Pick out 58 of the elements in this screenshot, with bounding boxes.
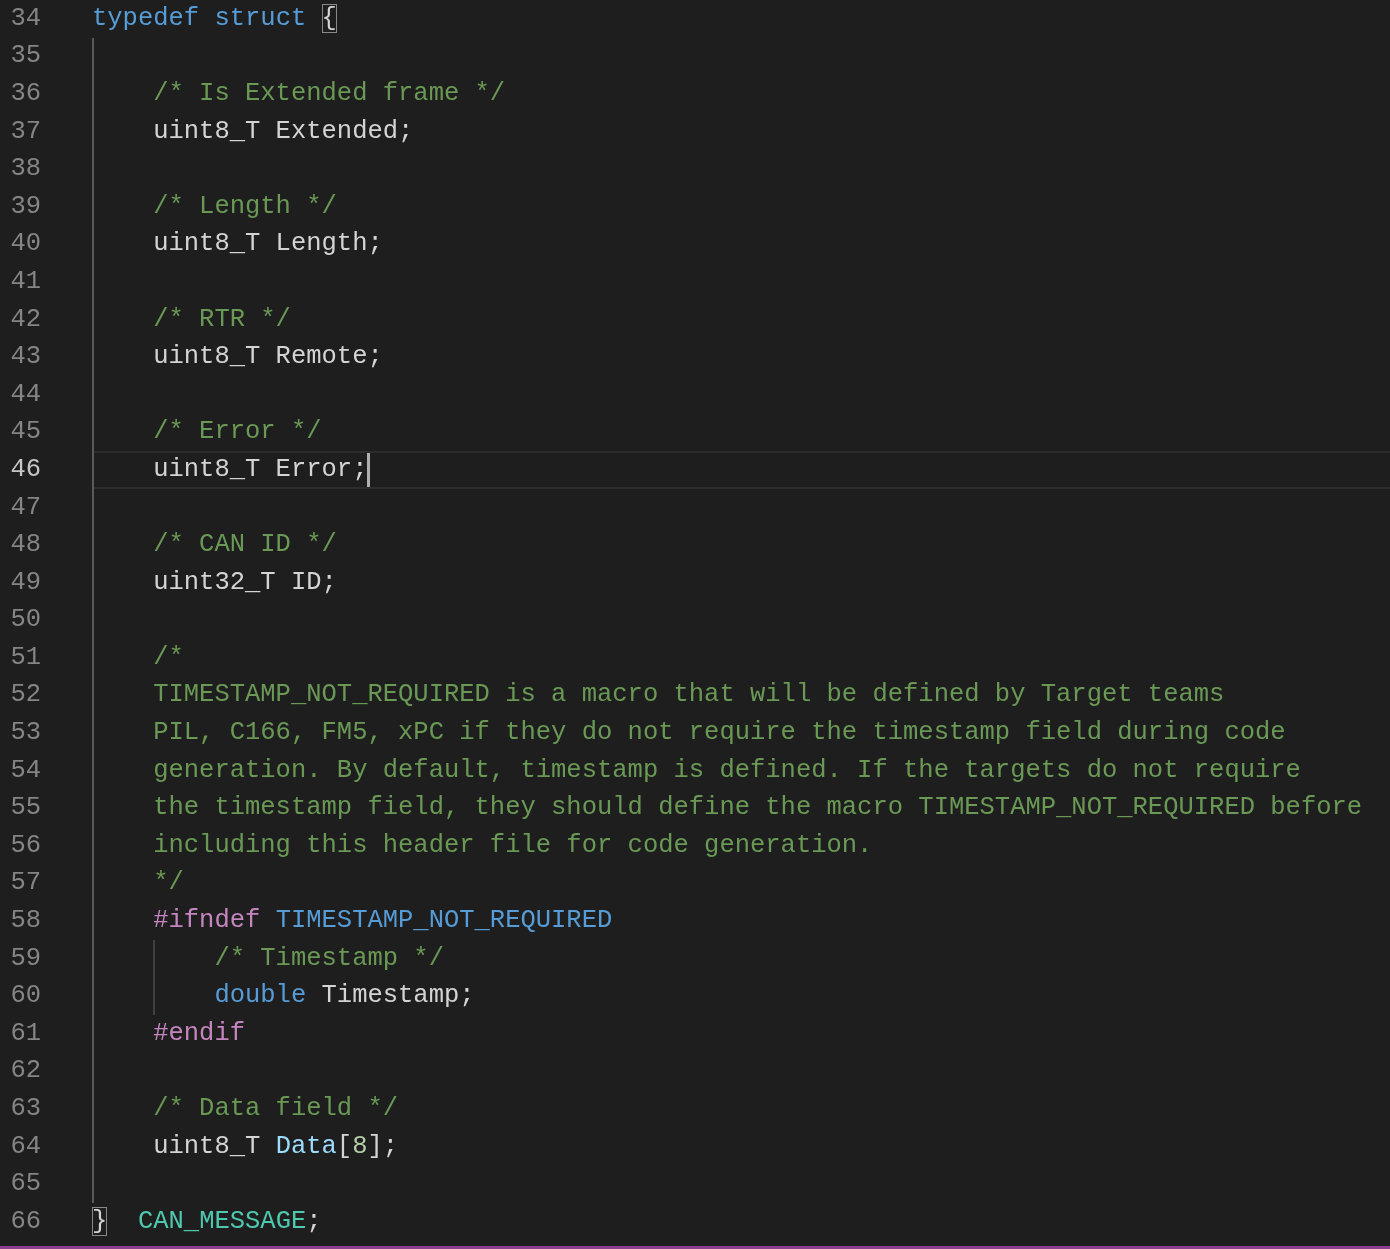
line-number: 62 <box>10 1056 41 1086</box>
code-line: typedef struct { <box>92 2 337 35</box>
code-line: uint8_T Length; <box>153 228 383 261</box>
line-number: 37 <box>10 116 41 146</box>
code-line: uint32_T ID; <box>153 566 337 599</box>
line-number: 43 <box>10 342 41 372</box>
line-number: 50 <box>10 605 41 635</box>
line-number: 54 <box>10 755 41 785</box>
code-line: /* <box>153 641 184 674</box>
line-number: 44 <box>10 379 41 409</box>
line-number: 52 <box>10 680 41 710</box>
code-line: uint8_T Remote; <box>153 341 383 374</box>
line-number: 34 <box>10 3 41 33</box>
code-line: double Timestamp; <box>214 980 475 1013</box>
line-number: 49 <box>10 567 41 597</box>
code-line: /* Is Extended frame */ <box>153 78 506 110</box>
line-number: 66 <box>10 1206 41 1236</box>
code-line: /* Length */ <box>153 190 337 223</box>
code-line: /* Data field */ <box>153 1093 399 1125</box>
code-line: #endif <box>153 1017 246 1050</box>
code-line: /* Timestamp */ <box>214 942 444 975</box>
code-line: /* Error */ <box>153 416 322 449</box>
line-number: 39 <box>10 191 41 221</box>
code-line: PIL, C166, FM5, xPC if they do not require the timestamp field during code <box>153 717 1286 750</box>
code-line: TIMESTAMP_NOT_REQUIRED is a macro that will be defined by Target teams <box>153 679 1225 712</box>
line-number: 41 <box>10 266 41 296</box>
line-number: 38 <box>10 154 41 184</box>
code-line: including this header file for code generation. <box>153 829 873 862</box>
code-line: } CAN_MESSAGE; <box>92 1205 322 1238</box>
line-number: 65 <box>10 1169 41 1199</box>
line-number: 36 <box>10 79 41 108</box>
code-line: /* CAN ID */ <box>153 529 337 562</box>
line-number: 63 <box>10 1094 41 1123</box>
code-line: uint8_T Extended; <box>153 115 414 148</box>
line-number: 53 <box>10 718 41 748</box>
line-number: 45 <box>10 417 41 447</box>
line-number: 48 <box>10 530 41 560</box>
code-line: #ifndef TIMESTAMP_NOT_REQUIRED <box>153 905 613 938</box>
line-number: 40 <box>10 229 41 259</box>
line-number: 61 <box>10 1018 41 1048</box>
line-number: 59 <box>10 943 41 973</box>
line-number: 55 <box>10 793 41 823</box>
code-line: uint8_T Error; <box>153 453 368 486</box>
line-number: 42 <box>10 304 41 334</box>
line-number: 46 <box>10 454 41 484</box>
line-number: 47 <box>10 492 41 522</box>
line-number: 56 <box>10 830 41 860</box>
code-line: */ <box>153 867 184 900</box>
code-line: uint8_T Data[8]; <box>153 1130 399 1163</box>
line-number: 58 <box>10 906 41 936</box>
line-number: 51 <box>10 642 41 672</box>
code-line: /* RTR */ <box>153 303 291 336</box>
line-number: 57 <box>10 868 41 898</box>
code-line: the timestamp field, they should define the macro TIMESTAMP_NOT_REQUIRED before <box>153 792 1363 825</box>
line-number: 35 <box>10 41 41 71</box>
line-number: 60 <box>10 981 41 1011</box>
code-line: generation. By default, timestamp is defined. If the targets do not require <box>153 754 1301 787</box>
line-number: 64 <box>10 1131 41 1161</box>
